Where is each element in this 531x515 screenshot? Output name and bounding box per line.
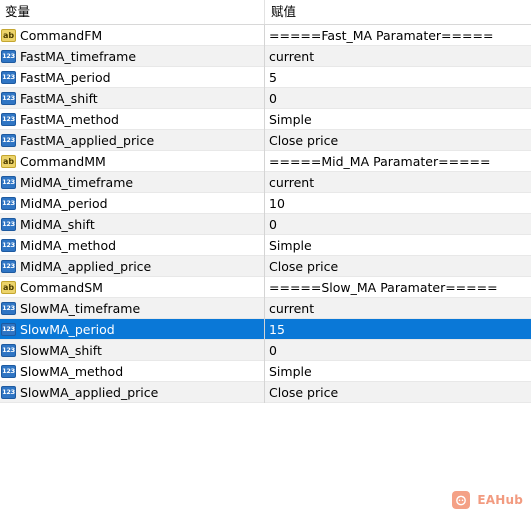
variable-cell[interactable]: 123 SlowMA_timeframe (0, 297, 265, 319)
variable-name: SlowMA_timeframe (20, 300, 141, 316)
value-cell[interactable]: Close price (265, 382, 531, 403)
column-header-value[interactable]: 赋值 (265, 0, 531, 24)
value-cell[interactable]: 0 (265, 340, 531, 361)
number-type-icon: 123 (1, 217, 16, 231)
variable-name: MidMA_timeframe (20, 174, 134, 190)
variable-name: FastMA_period (20, 69, 111, 85)
value-cell[interactable]: Simple (265, 361, 531, 382)
value-cell[interactable]: current (265, 172, 531, 193)
variable-name: FastMA_shift (20, 90, 98, 106)
variable-cell[interactable]: ab CommandMM (0, 150, 265, 172)
variable-name: CommandFM (20, 27, 103, 43)
variable-name: SlowMA_shift (20, 342, 102, 358)
value-cell[interactable]: 0 (265, 88, 531, 109)
table-row[interactable]: 123 FastMA_method Simple (0, 108, 531, 130)
variable-name: MidMA_applied_price (20, 258, 152, 274)
string-type-icon: ab (1, 154, 16, 168)
number-type-icon: 123 (1, 385, 16, 399)
value-cell[interactable]: Simple (265, 235, 531, 256)
value-cell[interactable]: current (265, 46, 531, 67)
variable-cell[interactable]: 123 MidMA_timeframe (0, 171, 265, 193)
variable-cell[interactable]: 123 FastMA_shift (0, 87, 265, 109)
variable-cell[interactable]: 123 FastMA_timeframe (0, 45, 265, 67)
variable-name: MidMA_shift (20, 216, 95, 232)
table-row[interactable]: 123 SlowMA_timeframe current (0, 297, 531, 319)
variable-cell[interactable]: ab CommandFM (0, 24, 265, 46)
watermark-text: EAHub (477, 493, 523, 507)
number-type-icon: 123 (1, 49, 16, 63)
table-row[interactable]: 123 FastMA_timeframe current (0, 45, 531, 67)
value-cell[interactable]: Simple (265, 109, 531, 130)
variable-name: MidMA_period (20, 195, 108, 211)
variable-cell[interactable]: 123 FastMA_method (0, 108, 265, 130)
table-row[interactable]: 123 MidMA_applied_price Close price (0, 255, 531, 277)
variable-cell[interactable]: 123 SlowMA_applied_price (0, 381, 265, 403)
number-type-icon: 123 (1, 112, 16, 126)
variable-name: SlowMA_applied_price (20, 384, 159, 400)
table-row[interactable]: 123 FastMA_shift 0 (0, 87, 531, 109)
table-row[interactable]: 123 SlowMA_period 15 (0, 318, 531, 340)
variable-name: SlowMA_method (20, 363, 124, 379)
value-cell[interactable]: =====Fast_MA Paramater===== (265, 25, 531, 46)
number-type-icon: 123 (1, 322, 16, 336)
number-type-icon: 123 (1, 175, 16, 189)
variable-cell[interactable]: 123 SlowMA_shift (0, 339, 265, 361)
variable-name: CommandMM (20, 153, 106, 169)
variable-cell[interactable]: ab CommandSM (0, 276, 265, 298)
table-row[interactable]: 123 MidMA_period 10 (0, 192, 531, 214)
variable-cell[interactable]: 123 FastMA_applied_price (0, 129, 265, 151)
variable-name: SlowMA_period (20, 321, 115, 337)
variable-cell[interactable]: 123 MidMA_shift (0, 213, 265, 235)
variable-cell[interactable]: 123 MidMA_period (0, 192, 265, 214)
number-type-icon: 123 (1, 259, 16, 273)
number-type-icon: 123 (1, 196, 16, 210)
value-cell[interactable]: =====Mid_MA Paramater===== (265, 151, 531, 172)
number-type-icon: 123 (1, 301, 16, 315)
variable-cell[interactable]: 123 MidMA_method (0, 234, 265, 256)
table-row[interactable]: ab CommandFM =====Fast_MA Paramater===== (0, 24, 531, 46)
table-row[interactable]: ab CommandSM =====Slow_MA Paramater===== (0, 276, 531, 298)
table-row[interactable]: 123 MidMA_timeframe current (0, 171, 531, 193)
value-cell[interactable]: 15 (265, 319, 531, 340)
value-cell[interactable]: 10 (265, 193, 531, 214)
table-header: 变量 赋值 (0, 0, 531, 25)
variable-name: CommandSM (20, 279, 103, 295)
variable-cell[interactable]: 123 MidMA_applied_price (0, 255, 265, 277)
table-row[interactable]: 123 SlowMA_method Simple (0, 360, 531, 382)
eahub-logo-icon (452, 491, 471, 509)
value-cell[interactable]: Close price (265, 130, 531, 151)
variable-cell[interactable]: 123 SlowMA_method (0, 360, 265, 382)
string-type-icon: ab (1, 28, 16, 42)
string-type-icon: ab (1, 280, 16, 294)
variable-name: FastMA_method (20, 111, 119, 127)
value-cell[interactable]: =====Slow_MA Paramater===== (265, 277, 531, 298)
number-type-icon: 123 (1, 91, 16, 105)
variable-name: MidMA_method (20, 237, 117, 253)
number-type-icon: 123 (1, 364, 16, 378)
table-row[interactable]: 123 MidMA_method Simple (0, 234, 531, 256)
parameters-table: 变量 赋值 ab CommandFM =====Fast_MA Paramater=… (0, 0, 531, 403)
table-row[interactable]: 123 SlowMA_shift 0 (0, 339, 531, 361)
variable-cell[interactable]: 123 SlowMA_period (0, 318, 265, 340)
value-cell[interactable]: 0 (265, 214, 531, 235)
number-type-icon: 123 (1, 133, 16, 147)
table-row[interactable]: 123 FastMA_applied_price Close price (0, 129, 531, 151)
watermark: EAHub (452, 491, 523, 509)
number-type-icon: 123 (1, 70, 16, 84)
value-cell[interactable]: Close price (265, 256, 531, 277)
table-row[interactable]: 123 MidMA_shift 0 (0, 213, 531, 235)
table-row[interactable]: 123 FastMA_period 5 (0, 66, 531, 88)
table-body: ab CommandFM =====Fast_MA Paramater===== 12… (0, 24, 531, 403)
variable-name: FastMA_applied_price (20, 132, 155, 148)
variable-name: FastMA_timeframe (20, 48, 137, 64)
column-header-variable[interactable]: 变量 (0, 0, 265, 24)
table-row[interactable]: 123 SlowMA_applied_price Close price (0, 381, 531, 403)
variable-cell[interactable]: 123 FastMA_period (0, 66, 265, 88)
number-type-icon: 123 (1, 343, 16, 357)
value-cell[interactable]: 5 (265, 67, 531, 88)
number-type-icon: 123 (1, 238, 16, 252)
value-cell[interactable]: current (265, 298, 531, 319)
table-row[interactable]: ab CommandMM =====Mid_MA Paramater===== (0, 150, 531, 172)
